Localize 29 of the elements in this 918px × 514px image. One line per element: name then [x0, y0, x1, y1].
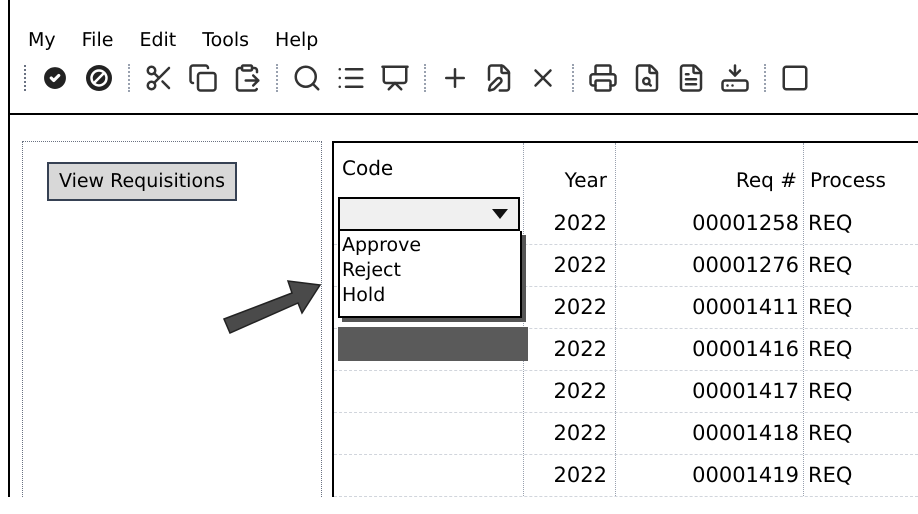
table-cell-text: REQ [807, 294, 854, 321]
menu-item[interactable]: File [82, 26, 114, 59]
table-cell: 00001417 [616, 371, 804, 412]
table-cell-text: REQ [807, 378, 854, 405]
table-cell-text: REQ [807, 252, 854, 279]
menu-item[interactable]: Help [275, 26, 318, 59]
table-cell: 00001411 [616, 287, 804, 328]
dropdown-option[interactable]: Approve [340, 233, 520, 258]
table-cell: 2022 [524, 413, 616, 454]
table-cell: 00001276 [616, 245, 804, 286]
table-cell-text: REQ [807, 462, 854, 489]
table-cell-text: REQ [807, 420, 854, 447]
table-cell: 00001419 [616, 455, 804, 496]
dropdown-option[interactable]: Reject [340, 258, 520, 283]
column-header: Req # [616, 143, 804, 203]
table-cell: 00001418 [616, 413, 804, 454]
menu-item[interactable]: Tools [202, 26, 250, 59]
table-cell: 2022 [524, 371, 616, 412]
menu-item[interactable]: Edit [139, 26, 176, 59]
menu-item[interactable]: My [28, 26, 56, 59]
view-requisitions-button[interactable]: View Requisitions [47, 162, 238, 200]
table-cell: 00001416 [616, 329, 804, 370]
table-cell: 2022 [524, 455, 616, 496]
column-header: Year [524, 143, 616, 203]
table-cell-text: REQ [807, 336, 854, 363]
table-cell: 00001258 [616, 203, 804, 244]
table-cell-text: REQ [807, 210, 854, 237]
dropdown-option[interactable]: Hold [340, 283, 520, 308]
column-header: Process [809, 167, 887, 194]
